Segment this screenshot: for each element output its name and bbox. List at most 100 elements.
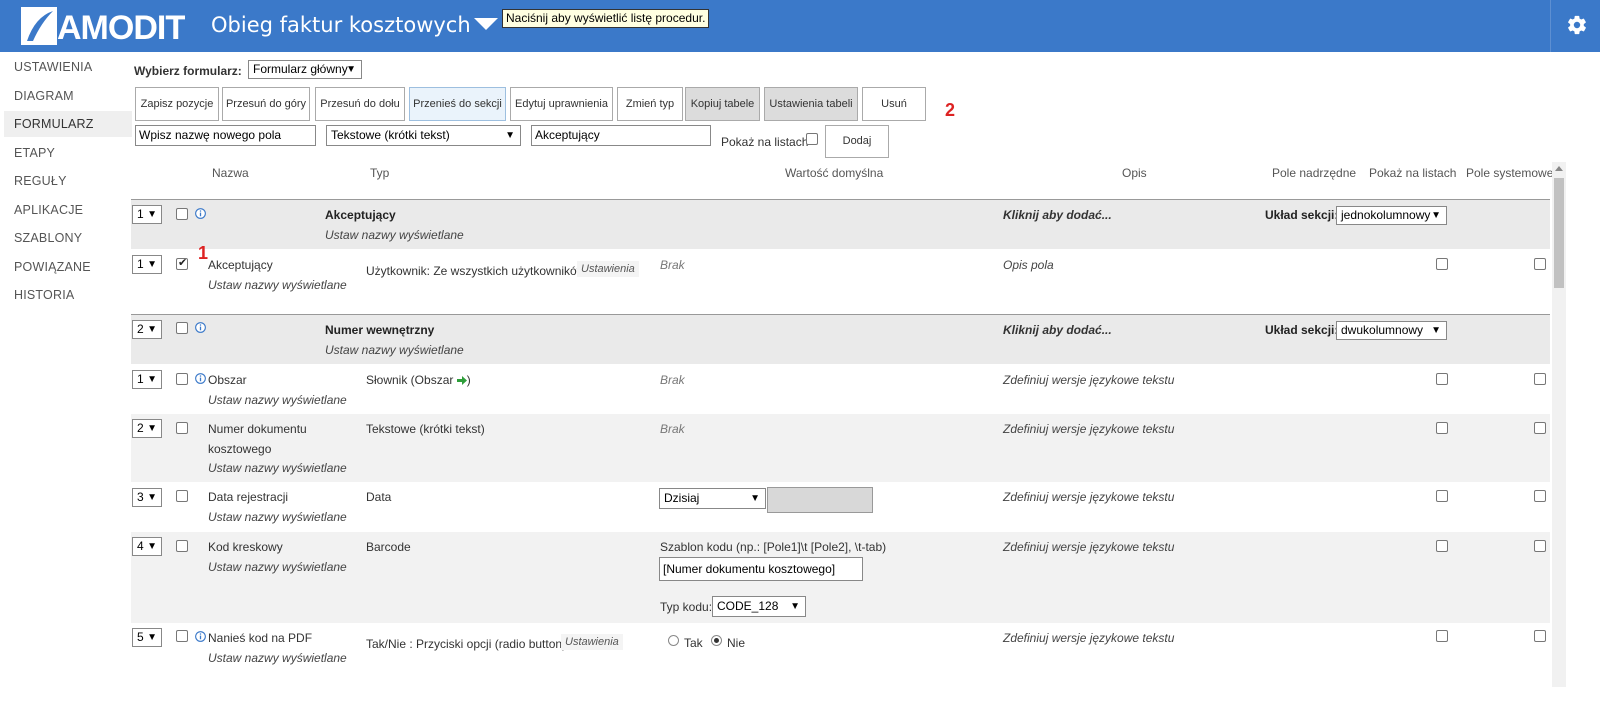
field-type-select[interactable]: Tekstowe (krótki tekst) ▼ xyxy=(326,125,521,146)
info-icon[interactable] xyxy=(195,208,206,219)
position-select[interactable]: 2 ▼ xyxy=(132,320,162,339)
sidebar-item-etapy[interactable]: ETAPY xyxy=(4,140,132,166)
info-icon[interactable] xyxy=(195,631,206,642)
position-select[interactable]: 1 ▼ xyxy=(132,255,162,274)
system-field-checkbox[interactable] xyxy=(1534,258,1546,270)
row-checkbox[interactable] xyxy=(176,422,188,434)
row-checkbox[interactable] xyxy=(176,373,188,385)
sidebar-item-ustawienia[interactable]: USTAWIENIA xyxy=(4,54,132,80)
procedure-dropdown-icon[interactable] xyxy=(474,18,498,30)
column-header-default-value[interactable]: Wartość domyślna xyxy=(785,166,883,180)
form-select[interactable]: Formularz główny ▼ xyxy=(248,60,362,79)
column-header-system-field[interactable]: Pole systemowe xyxy=(1466,166,1553,180)
field-name[interactable]: Obszar xyxy=(208,373,247,387)
default-date-input[interactable] xyxy=(767,487,873,513)
position-select[interactable]: 2 ▼ xyxy=(132,419,162,438)
row-checkbox[interactable] xyxy=(176,490,188,502)
show-on-lists-checkbox[interactable] xyxy=(1436,540,1448,552)
field-description[interactable]: Zdefiniuj wersje językowe tekstu xyxy=(1003,490,1174,504)
field-description[interactable]: Zdefiniuj wersje językowe tekstu xyxy=(1003,373,1174,387)
move-up-button[interactable]: Przesuń do góry xyxy=(222,87,310,121)
system-field-checkbox[interactable] xyxy=(1534,422,1546,434)
copy-table-button[interactable]: Kopiuj tabele xyxy=(685,87,760,121)
info-icon[interactable] xyxy=(195,373,206,384)
column-header-show-on-lists[interactable]: Pokaż na listach xyxy=(1369,166,1456,180)
save-positions-button[interactable]: Zapisz pozycje xyxy=(135,87,219,121)
field-settings-link[interactable]: Ustawienia xyxy=(561,634,623,650)
sidebar-item-reguly[interactable]: REGUŁY xyxy=(4,168,132,194)
column-header-description[interactable]: Opis xyxy=(1122,166,1147,180)
field-name[interactable]: Numer dokumentu xyxy=(208,422,307,436)
sidebar-item-aplikacje[interactable]: APLIKACJE xyxy=(4,197,132,223)
position-select[interactable]: 4 ▼ xyxy=(132,537,162,556)
move-down-button[interactable]: Przesuń do dołu xyxy=(315,87,405,121)
row-checkbox[interactable] xyxy=(176,208,188,220)
row-checkbox[interactable] xyxy=(176,630,188,642)
field-name[interactable]: Nanieś kod na PDF xyxy=(208,631,312,645)
default-date-select[interactable]: Dzisiaj ▼ xyxy=(659,488,766,509)
section-layout-select[interactable]: dwukolumnowy ▼ xyxy=(1336,321,1447,340)
field-name[interactable]: Data rejestracji xyxy=(208,490,288,504)
show-on-lists-checkbox[interactable] xyxy=(1436,258,1448,270)
sidebar-item-diagram[interactable]: DIAGRAM xyxy=(4,83,132,109)
target-section-input[interactable]: Akceptujący xyxy=(531,125,711,146)
column-header-type[interactable]: Typ xyxy=(370,166,389,180)
field-name[interactable]: Akceptujący xyxy=(208,258,273,272)
sidebar-item-szablony[interactable]: SZABLONY xyxy=(4,225,132,251)
position-select[interactable]: 1 ▼ xyxy=(132,370,162,389)
show-on-lists-checkbox[interactable] xyxy=(1436,490,1448,502)
set-display-names-link[interactable]: Ustaw nazwy wyświetlane xyxy=(208,278,347,292)
field-settings-link[interactable]: Ustawienia xyxy=(577,261,639,277)
sidebar-item-formularz[interactable]: FORMULARZ xyxy=(4,111,132,137)
row-checkbox[interactable] xyxy=(176,322,188,334)
info-icon[interactable] xyxy=(195,322,206,333)
sidebar-item-powiazane[interactable]: POWIĄZANE xyxy=(4,254,132,280)
set-display-names-link[interactable]: Ustaw nazwy wyświetlane xyxy=(208,651,347,665)
field-description[interactable]: Zdefiniuj wersje językowe tekstu xyxy=(1003,540,1174,554)
field-name[interactable]: Kod kreskowy xyxy=(208,540,283,554)
system-field-checkbox[interactable] xyxy=(1534,630,1546,642)
show-on-lists-checkbox[interactable] xyxy=(1436,373,1448,385)
section-name[interactable]: Akceptujący xyxy=(325,208,396,222)
system-field-checkbox[interactable] xyxy=(1534,540,1546,552)
default-value[interactable]: Brak xyxy=(660,373,685,387)
add-description-link[interactable]: Kliknij aby dodać... xyxy=(1003,323,1112,337)
delete-button[interactable]: Usuń xyxy=(862,87,926,121)
field-description[interactable]: Zdefiniuj wersje językowe tekstu xyxy=(1003,422,1174,436)
barcode-type-select[interactable]: CODE_128 ▼ xyxy=(712,596,806,617)
row-checkbox[interactable] xyxy=(176,540,188,552)
settings-button[interactable] xyxy=(1550,0,1600,52)
row-checkbox[interactable] xyxy=(176,256,188,270)
scrollbar-thumb[interactable] xyxy=(1554,178,1564,288)
set-display-names-link[interactable]: Ustaw nazwy wyświetlane xyxy=(208,560,347,574)
default-value[interactable]: Brak xyxy=(660,258,685,272)
position-select[interactable]: 5 ▼ xyxy=(132,628,162,647)
field-description[interactable]: Opis pola xyxy=(1003,258,1054,272)
edit-permissions-button[interactable]: Edytuj uprawnienia xyxy=(510,87,613,121)
new-field-name-input[interactable]: Wpisz nazwę nowego pola xyxy=(135,125,316,146)
sidebar-item-historia[interactable]: HISTORIA xyxy=(4,282,132,308)
move-to-section-button[interactable]: Przenieś do sekcji xyxy=(409,87,506,121)
radio-no[interactable] xyxy=(711,635,722,646)
scroll-up-icon[interactable] xyxy=(1555,166,1563,171)
add-description-link[interactable]: Kliknij aby dodać... xyxy=(1003,208,1112,222)
show-on-lists-checkbox[interactable] xyxy=(806,133,818,145)
position-select[interactable]: 1 ▼ xyxy=(132,205,162,224)
arrow-right-icon[interactable] xyxy=(456,376,467,385)
set-display-names-link[interactable]: Ustaw nazwy wyświetlane xyxy=(325,343,464,357)
radio-yes[interactable] xyxy=(668,635,679,646)
set-display-names-link[interactable]: Ustaw nazwy wyświetlane xyxy=(208,393,347,407)
system-field-checkbox[interactable] xyxy=(1534,490,1546,502)
position-select[interactable]: 3 ▼ xyxy=(132,488,162,507)
set-display-names-link[interactable]: Ustaw nazwy wyświetlane xyxy=(208,461,347,475)
field-description[interactable]: Zdefiniuj wersje językowe tekstu xyxy=(1003,631,1174,645)
section-layout-select[interactable]: jednokolumnowy ▼ xyxy=(1336,206,1447,225)
set-display-names-link[interactable]: Ustaw nazwy wyświetlane xyxy=(208,510,347,524)
section-name[interactable]: Numer wewnętrzny xyxy=(325,323,434,337)
show-on-lists-checkbox[interactable] xyxy=(1436,422,1448,434)
table-settings-button[interactable]: Ustawienia tabeli xyxy=(764,87,858,121)
show-on-lists-checkbox[interactable] xyxy=(1436,630,1448,642)
system-field-checkbox[interactable] xyxy=(1534,373,1546,385)
procedure-title[interactable]: Obieg faktur kosztowych xyxy=(211,13,471,37)
field-name-continued[interactable]: kosztowego xyxy=(208,442,271,456)
